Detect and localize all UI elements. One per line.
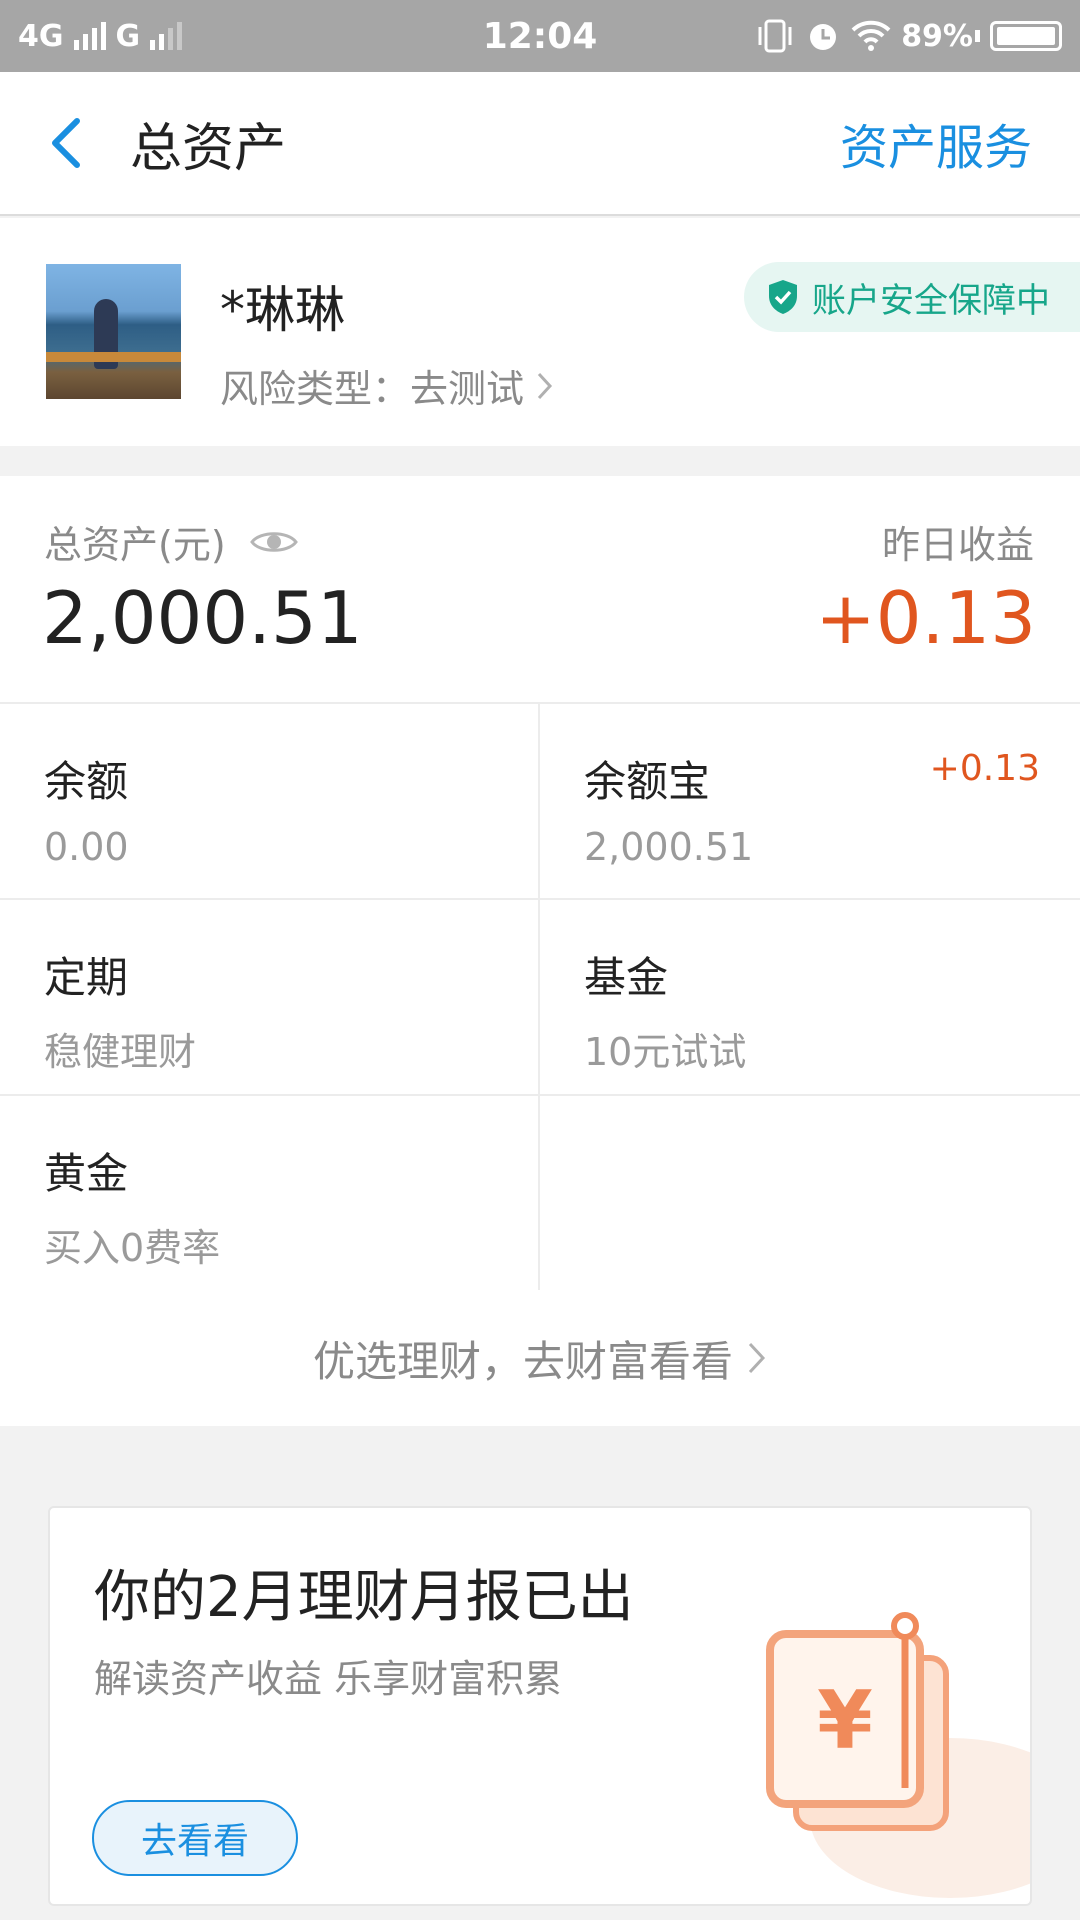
account-cell-balance[interactable]: 余额 0.00 (0, 704, 540, 898)
account-sub: 10元试试 (584, 1030, 747, 1074)
total-assets-header: 总资产(元) (44, 514, 298, 569)
account-sub: 买入0费率 (44, 1226, 221, 1270)
account-cell-fund[interactable]: 基金 10元试试 (540, 900, 1080, 1094)
signal-icon (73, 22, 106, 50)
grid-row: 定期 稳健理财 基金 10元试试 (0, 900, 1080, 1096)
yesterday-earnings-value[interactable]: +0.13 (815, 576, 1036, 660)
grid-row: 余额 0.00 余额宝 2,000.51 +0.13 (0, 704, 1080, 900)
report-subtitle: 解读资产收益 乐享财富积累 (94, 1657, 563, 1701)
total-assets-value: 2,000.51 (42, 576, 363, 660)
shield-check-icon (769, 280, 797, 314)
grid-row: 黄金 买入0费率 (0, 1096, 1080, 1292)
network-type-1: 4G (18, 18, 64, 54)
monthly-report-card[interactable]: 你的2月理财月报已出 解读资产收益 乐享财富积累 去看看 ¥ (48, 1506, 1032, 1906)
page-title: 总资产 (130, 118, 287, 179)
total-assets-label: 总资产(元) (44, 523, 226, 567)
back-button[interactable] (0, 71, 120, 215)
wealth-more-label: 优选理财，去财富看看 (312, 1336, 733, 1386)
account-cell-fixed-term[interactable]: 定期 稳健理财 (0, 900, 540, 1094)
view-report-button[interactable]: 去看看 (92, 1800, 298, 1876)
profile-section: *琳琳 风险类型：去测试 账户安全保障中 (0, 218, 1080, 446)
svg-text:¥: ¥ (817, 1674, 873, 1767)
vibrate-icon (758, 19, 792, 53)
user-name: *琳琳 (220, 281, 345, 339)
account-sub: 稳健理财 (44, 1030, 197, 1074)
risk-type-label: 风险类型：去测试 (220, 367, 525, 411)
account-cell-yuebao[interactable]: 余额宝 2,000.51 +0.13 (540, 704, 1080, 898)
account-cell-empty (540, 1096, 1080, 1290)
wealth-more-link[interactable]: 优选理财，去财富看看 (0, 1290, 1080, 1426)
eye-icon[interactable] (249, 527, 298, 557)
signal-icon-2 (150, 22, 183, 50)
back-arrow-icon (52, 118, 80, 168)
chevron-right-icon (748, 1342, 766, 1374)
asset-services-link[interactable]: 资产服务 (840, 108, 1032, 178)
account-cell-gold[interactable]: 黄金 买入0费率 (0, 1096, 540, 1290)
report-title: 你的2月理财月报已出 (94, 1565, 634, 1630)
battery-percent: 89% (901, 18, 973, 54)
account-title: 余额 (44, 757, 129, 806)
account-sub: 0.00 (44, 825, 129, 869)
account-sub: 2,000.51 (584, 825, 754, 869)
assets-section: 总资产(元) 2,000.51 昨日收益 +0.13 余额 0.00 余额宝 2… (0, 476, 1080, 1426)
battery-icon (990, 21, 1062, 51)
status-bar: 4G G 12:04 89% (0, 0, 1080, 72)
status-left: 4G G (18, 18, 183, 54)
risk-type-link[interactable]: 风险类型：去测试 (220, 358, 554, 413)
status-right: 89% (755, 18, 1062, 54)
security-badge[interactable]: 账户安全保障中 (744, 262, 1080, 332)
security-badge-label: 账户安全保障中 (812, 280, 1050, 321)
nav-bar: 总资产 资产服务 (0, 72, 1080, 216)
avatar[interactable] (46, 264, 181, 399)
wifi-icon (851, 20, 891, 51)
account-title: 基金 (584, 953, 669, 1002)
account-title: 定期 (44, 953, 129, 1002)
account-grid: 余额 0.00 余额宝 2,000.51 +0.13 定期 稳健理财 基金 10… (0, 702, 1080, 1292)
chevron-right-icon (537, 372, 553, 399)
account-earnings-badge: +0.13 (929, 748, 1040, 789)
network-type-2: G (115, 18, 141, 54)
yuan-report-icon: ¥ (766, 1612, 1030, 1898)
alarm-icon (810, 24, 837, 50)
yesterday-earnings-label: 昨日收益 (881, 523, 1034, 567)
battery-nub (975, 30, 980, 42)
account-title: 黄金 (44, 1149, 129, 1198)
